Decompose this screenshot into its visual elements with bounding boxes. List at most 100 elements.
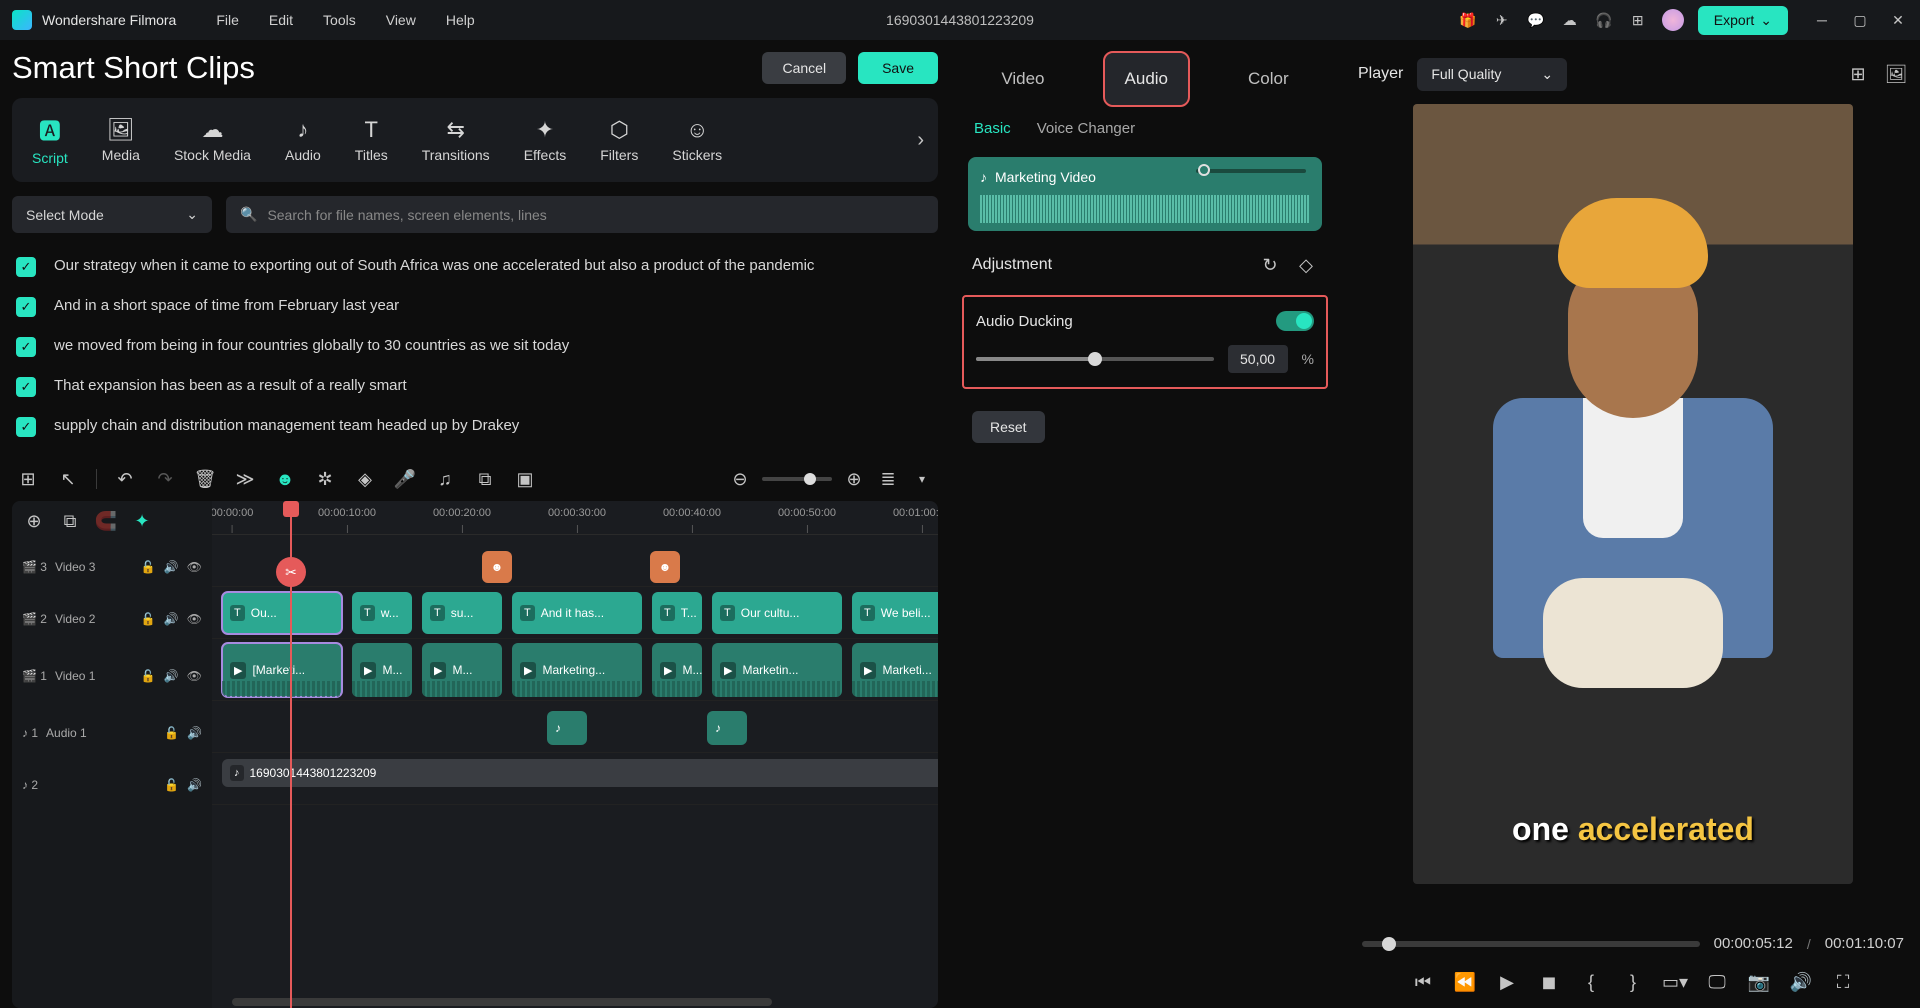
reset-icon[interactable]: ↻	[1258, 253, 1282, 277]
tab-script[interactable]: 🅰Script	[18, 108, 82, 172]
tab-titles[interactable]: TTitles	[341, 111, 402, 169]
checkbox-icon[interactable]: ✓	[16, 417, 36, 437]
close-icon[interactable]: ✕	[1888, 10, 1908, 30]
cloud-icon[interactable]: ☁	[1560, 10, 1580, 30]
eye-icon[interactable]: 👁	[187, 612, 202, 626]
eye-icon[interactable]: 👁	[187, 560, 202, 574]
video-clip[interactable]: ▶M...	[422, 643, 502, 697]
checkbox-icon[interactable]: ✓	[16, 337, 36, 357]
audio-clip-preview[interactable]: ♪ Marketing Video	[968, 157, 1322, 231]
mark-in-icon[interactable]: {	[1579, 970, 1603, 994]
menu-help[interactable]: Help	[446, 12, 475, 28]
menu-file[interactable]: File	[216, 12, 239, 28]
scrub-slider[interactable]	[1362, 941, 1700, 947]
checkbox-icon[interactable]: ✓	[16, 377, 36, 397]
send-icon[interactable]: ✈	[1492, 10, 1512, 30]
video-clip[interactable]: ▶Marketi...	[852, 643, 938, 697]
timeline-view-icon[interactable]: ≣	[876, 467, 900, 491]
music-list-icon[interactable]: ♫	[433, 467, 457, 491]
chevron-down-icon[interactable]: ▾	[910, 467, 934, 491]
video-clip[interactable]: ▶[Marketi...	[222, 643, 342, 697]
bookmark-icon[interactable]: ◈	[353, 467, 377, 491]
stop-icon[interactable]: ◼	[1537, 970, 1561, 994]
menu-edit[interactable]: Edit	[269, 12, 293, 28]
save-button[interactable]: Save	[858, 52, 938, 84]
volume-icon[interactable]: 🔊	[164, 612, 179, 626]
volume-icon[interactable]: 🔊	[187, 778, 202, 792]
more-icon[interactable]: ≫	[233, 467, 257, 491]
headset-icon[interactable]: 🎧	[1594, 10, 1614, 30]
menu-tools[interactable]: Tools	[323, 12, 356, 28]
apps-icon[interactable]: ⊞	[1628, 10, 1648, 30]
text-clip[interactable]: TOu...	[222, 592, 342, 634]
track-label-audio1[interactable]: ♪ 1Audio 1🔓🔊	[12, 707, 212, 759]
volume-icon[interactable]: 🔊	[164, 560, 179, 574]
text-clip[interactable]: TWe beli...	[852, 592, 938, 634]
track-label-video1[interactable]: 🎬 1Video 1🔓🔊👁	[12, 645, 212, 707]
tabs-scroll-right[interactable]: ›	[909, 129, 932, 152]
keyframe-icon[interactable]: ◇	[1294, 253, 1318, 277]
script-line[interactable]: ✓Our strategy when it came to exporting …	[16, 255, 934, 277]
auto-icon[interactable]: ✦	[130, 509, 154, 533]
script-line[interactable]: ✓supply chain and distribution managemen…	[16, 415, 934, 437]
ducking-slider[interactable]	[976, 357, 1214, 361]
zoom-slider[interactable]	[762, 477, 832, 481]
step-back-icon[interactable]: ⏪	[1453, 970, 1477, 994]
tab-audio[interactable]: Audio	[1105, 53, 1188, 105]
timeline-scrollbar[interactable]	[212, 998, 928, 1006]
fullscreen-icon[interactable]: ⛶	[1831, 970, 1855, 994]
mark-out-icon[interactable]: }	[1621, 970, 1645, 994]
cancel-button[interactable]: Cancel	[762, 52, 846, 84]
tab-video[interactable]: Video	[981, 53, 1064, 105]
track-video3[interactable]: ☻ ☻	[212, 535, 938, 587]
tab-audio[interactable]: ♪Audio	[271, 111, 335, 169]
undo-icon[interactable]: ↶	[113, 467, 137, 491]
message-icon[interactable]: 💬	[1526, 10, 1546, 30]
text-clip[interactable]: Tsu...	[422, 592, 502, 634]
text-clip[interactable]: TT...	[652, 592, 702, 634]
track-video1[interactable]: ▶[Marketi... ▶M... ▶M... ▶Marketing... ▶…	[212, 639, 938, 701]
tab-stock-media[interactable]: ☁Stock Media	[160, 111, 265, 169]
audio-clip[interactable]: ♪1690301443801223209	[222, 759, 938, 787]
mode-select[interactable]: Select Mode ⌄	[12, 196, 212, 233]
zoom-in-icon[interactable]: ⊕	[842, 467, 866, 491]
subtab-basic[interactable]: Basic	[974, 120, 1011, 137]
image-view-icon[interactable]: 🖼	[1884, 62, 1908, 86]
track-label-video2[interactable]: 🎬 2Video 2🔓🔊👁	[12, 593, 212, 645]
crop-icon[interactable]: ▣	[513, 467, 537, 491]
text-clip[interactable]: Tw...	[352, 592, 412, 634]
scissors-icon[interactable]: ✂	[276, 557, 306, 587]
script-line[interactable]: ✓And in a short space of time from Febru…	[16, 295, 934, 317]
gift-icon[interactable]: 🎁	[1458, 10, 1478, 30]
tab-media[interactable]: 🖼Media	[88, 111, 154, 169]
text-clip[interactable]: TOur cultu...	[712, 592, 842, 634]
quality-select[interactable]: Full Quality ⌄	[1417, 58, 1567, 91]
export-button[interactable]: Export ⌄	[1698, 6, 1788, 35]
avatar[interactable]	[1662, 9, 1684, 31]
track-label-video3[interactable]: 🎬 3Video 3🔓🔊👁	[12, 541, 212, 593]
video-clip[interactable]: ▶M...	[352, 643, 412, 697]
audio-ducking-toggle[interactable]	[1276, 311, 1314, 331]
lock-icon[interactable]: 🔓	[164, 726, 179, 740]
video-preview[interactable]: one accelerated	[1413, 104, 1853, 884]
volume-icon[interactable]: 🔊	[1789, 970, 1813, 994]
video-clip[interactable]: ▶Marketing...	[512, 643, 642, 697]
track-audio2[interactable]: ♪1690301443801223209	[212, 753, 938, 805]
ducking-value[interactable]: 50,00	[1228, 345, 1288, 373]
video-clip[interactable]: ▶M...	[652, 643, 702, 697]
track-video2[interactable]: TOu... Tw... Tsu... TAnd it has... TT...…	[212, 587, 938, 639]
prev-icon[interactable]: ⏮	[1411, 970, 1435, 994]
playhead[interactable]: ✂	[290, 501, 292, 1008]
magnet-icon[interactable]: 🧲	[94, 509, 118, 533]
checkbox-icon[interactable]: ✓	[16, 297, 36, 317]
settings-gear-icon[interactable]: ✲	[313, 467, 337, 491]
script-line[interactable]: ✓we moved from being in four countries g…	[16, 335, 934, 357]
volume-icon[interactable]: 🔊	[187, 726, 202, 740]
link-icon[interactable]: ⧉	[58, 509, 82, 533]
tab-stickers[interactable]: ☺Stickers	[658, 111, 736, 169]
sticker-clip[interactable]: ☻	[650, 551, 680, 583]
grid-view-icon[interactable]: ⊞	[1846, 62, 1870, 86]
audio-clip[interactable]: ♪	[707, 711, 747, 745]
reset-button[interactable]: Reset	[972, 411, 1045, 443]
script-line[interactable]: ✓That expansion has been as a result of …	[16, 375, 934, 397]
